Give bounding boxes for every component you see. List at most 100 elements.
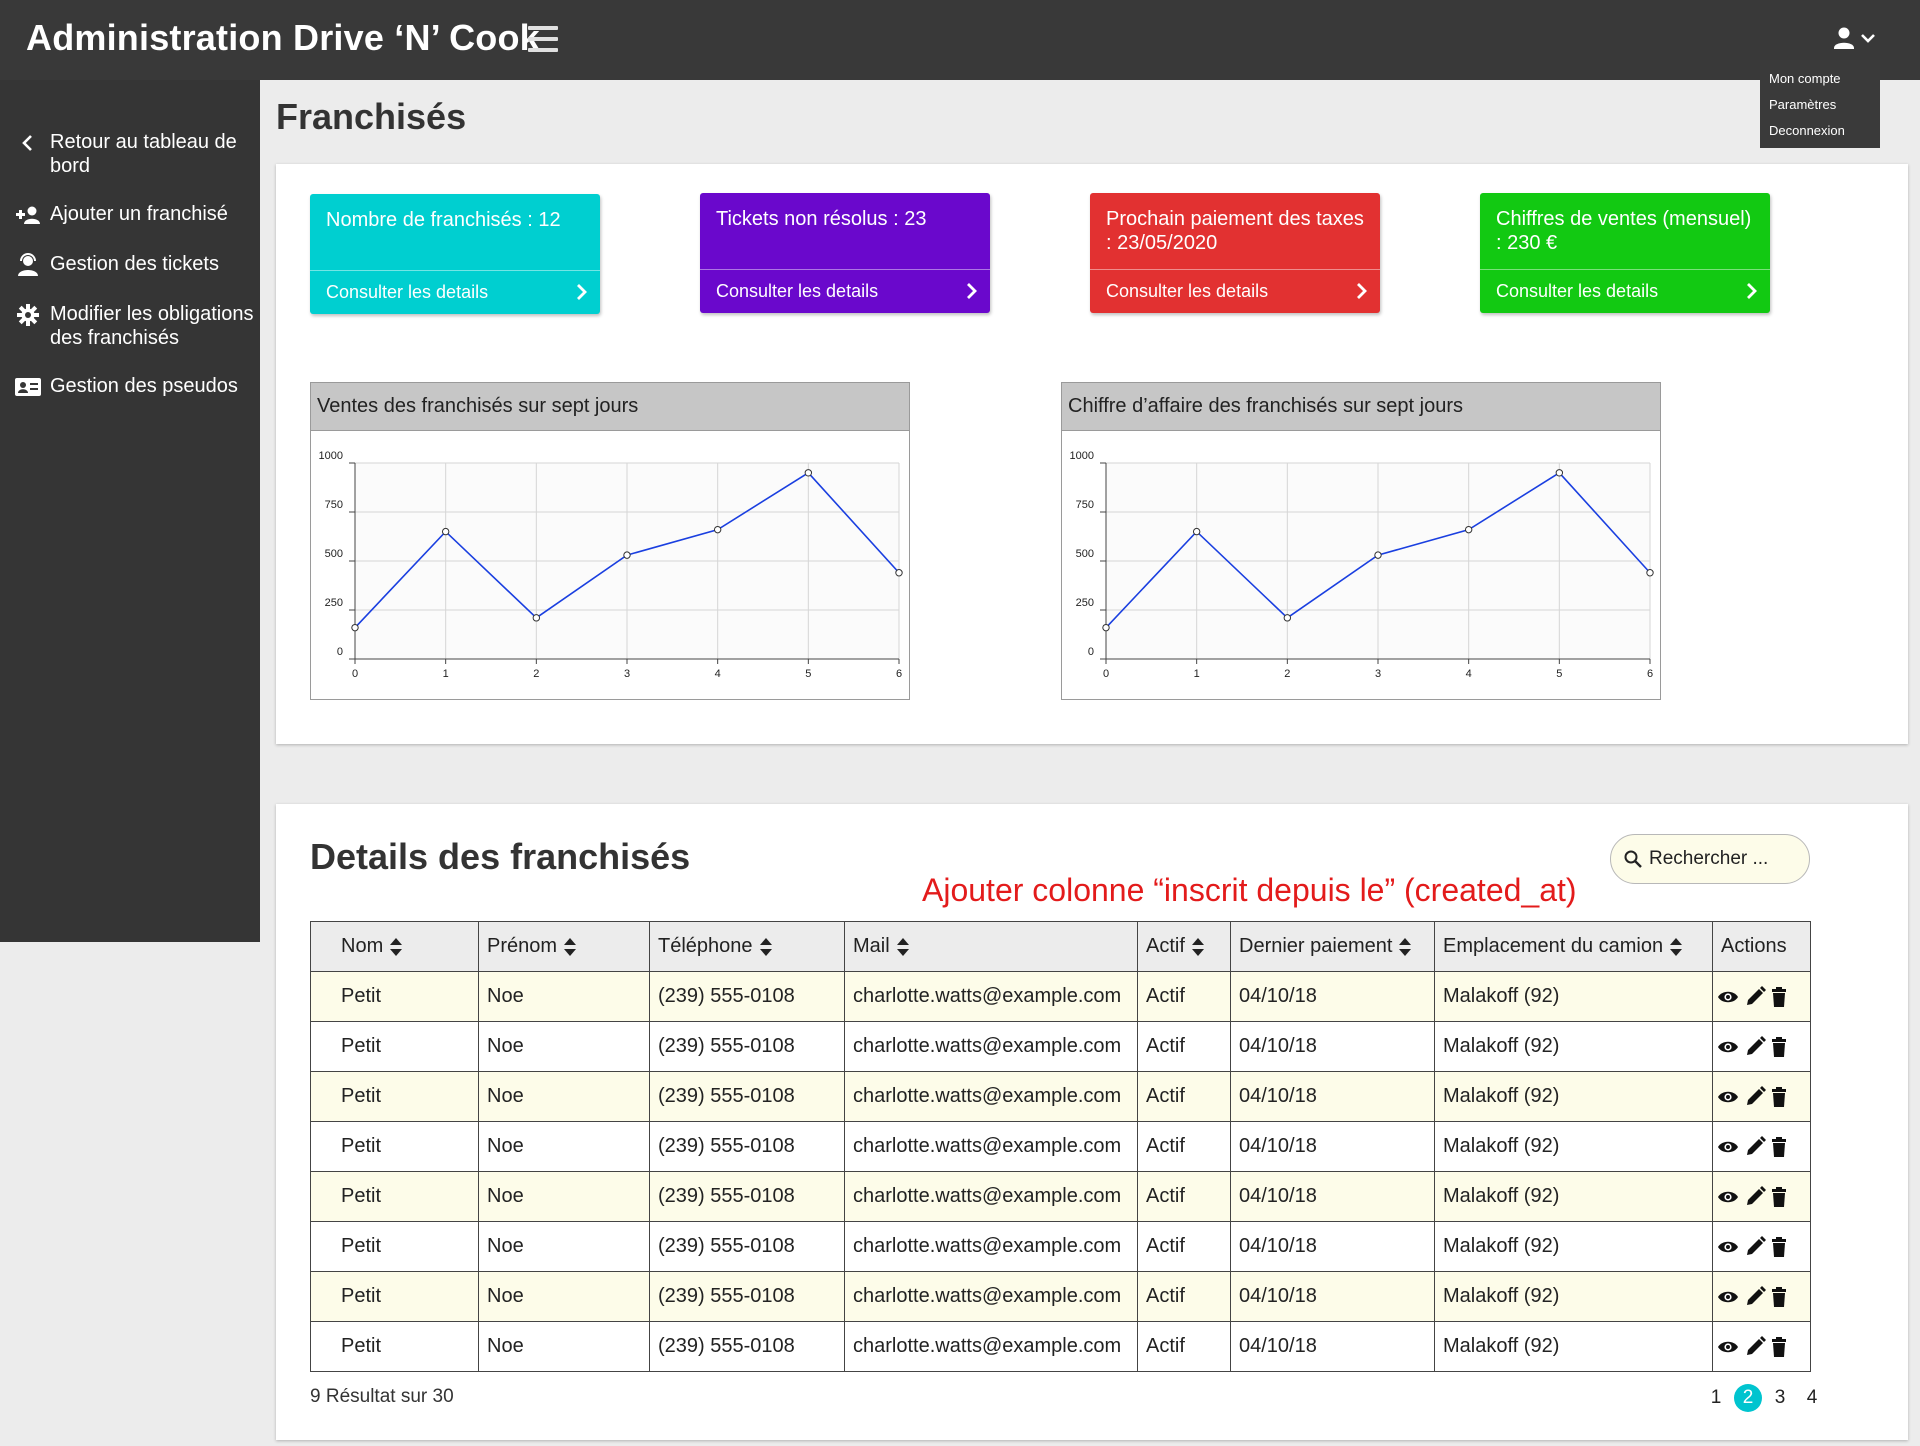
search-input[interactable]: Rechercher ... — [1610, 834, 1810, 884]
cell-actions — [1712, 1121, 1811, 1172]
cell-prenom: Noe — [478, 1021, 650, 1072]
cell-dernier-paiement: 04/10/18 — [1230, 971, 1435, 1022]
edit-pencil-icon[interactable] — [1744, 1185, 1766, 1208]
delete-trash-icon[interactable] — [1771, 1136, 1787, 1157]
menu-item-mon-compte[interactable]: Mon compte — [1769, 66, 1880, 92]
view-eye-icon[interactable] — [1717, 989, 1739, 1005]
delete-trash-icon[interactable] — [1771, 1286, 1787, 1307]
sort-icon[interactable] — [563, 937, 577, 957]
card-details-link[interactable]: Consulter les details — [716, 281, 878, 302]
edit-pencil-icon[interactable] — [1744, 1335, 1766, 1358]
edit-pencil-icon[interactable] — [1744, 985, 1766, 1008]
top-bar: Administration Drive ‘N’ Cook — [0, 0, 1920, 80]
menu-item-deconnexion[interactable]: Deconnexion — [1769, 118, 1880, 144]
cell-actif: Actif — [1137, 1321, 1231, 1372]
cell-actions — [1712, 971, 1811, 1022]
chevron-down-icon — [1861, 34, 1875, 43]
page-4[interactable]: 4 — [1796, 1387, 1828, 1409]
view-eye-icon[interactable] — [1717, 1239, 1739, 1255]
sidebar-item-ajouter[interactable]: Ajouter un franchisé — [14, 202, 228, 227]
card-details-link[interactable]: Consulter les details — [326, 282, 488, 303]
y-tick-label: 1000 — [319, 450, 343, 462]
cell-mail: charlotte.watts@example.com — [844, 1121, 1138, 1172]
delete-trash-icon[interactable] — [1771, 1086, 1787, 1107]
data-point — [532, 614, 541, 622]
cell-prenom: Noe — [478, 1221, 650, 1272]
menu-item-parametres[interactable]: Paramètres — [1769, 92, 1880, 118]
table-row: Petit Noe (239) 555-0108 charlotte.watts@ex… — [310, 1171, 1811, 1222]
chevron-right-icon[interactable] — [574, 282, 590, 302]
card-title: Tickets non résolus : 23 — [716, 208, 927, 230]
table-row: Petit Noe (239) 555-0108 charlotte.watts@ex… — [310, 1271, 1811, 1322]
x-tick-label: 0 — [1103, 668, 1109, 680]
chevron-right-icon[interactable] — [1354, 281, 1370, 301]
cell-nom: Petit — [310, 1021, 479, 1072]
table-row: Petit Noe (239) 555-0108 charlotte.watts@ex… — [310, 971, 1811, 1022]
column-header-emplacement[interactable]: Emplacement du camion — [1434, 921, 1713, 972]
sort-icon[interactable] — [896, 937, 910, 957]
sidebar-item-obligations[interactable]: Modifier les obligations des franchisés — [14, 302, 262, 350]
column-header-nom[interactable]: Nom — [310, 921, 479, 972]
delete-trash-icon[interactable] — [1771, 986, 1787, 1007]
view-eye-icon[interactable] — [1717, 1139, 1739, 1155]
x-tick-label: 2 — [1284, 668, 1290, 680]
cell-actions — [1712, 1071, 1811, 1122]
cell-nom: Petit — [310, 1221, 479, 1272]
column-header-actif[interactable]: Actif — [1137, 921, 1231, 972]
sort-icon[interactable] — [1669, 937, 1683, 957]
y-tick-label: 250 — [1076, 597, 1094, 609]
sidebar-item-pseudos[interactable]: Gestion des pseudos — [14, 374, 238, 399]
edit-pencil-icon[interactable] — [1744, 1135, 1766, 1158]
cell-emplacement: Malakoff (92) — [1434, 1321, 1713, 1372]
column-label: Nom — [341, 935, 384, 957]
page-3[interactable]: 3 — [1764, 1387, 1796, 1409]
delete-trash-icon[interactable] — [1771, 1336, 1787, 1357]
sort-icon[interactable] — [759, 937, 773, 957]
cell-emplacement: Malakoff (92) — [1434, 1021, 1713, 1072]
view-eye-icon[interactable] — [1717, 1039, 1739, 1055]
column-header-prenom[interactable]: Prénom — [478, 921, 650, 972]
cell-actif: Actif — [1137, 1071, 1231, 1122]
view-eye-icon[interactable] — [1717, 1189, 1739, 1205]
view-eye-icon[interactable] — [1717, 1289, 1739, 1305]
edit-pencil-icon[interactable] — [1744, 1285, 1766, 1308]
delete-trash-icon[interactable] — [1771, 1236, 1787, 1257]
delete-trash-icon[interactable] — [1771, 1036, 1787, 1057]
edit-pencil-icon[interactable] — [1744, 1085, 1766, 1108]
user-menu-button[interactable] — [1832, 24, 1880, 54]
cell-mail: charlotte.watts@example.com — [844, 1221, 1138, 1272]
x-tick-label: 6 — [896, 668, 902, 680]
cell-actions — [1712, 1271, 1811, 1322]
sidebar-item-tickets[interactable]: Gestion des tickets — [14, 252, 219, 277]
chevron-right-icon[interactable] — [964, 281, 980, 301]
cell-mail: charlotte.watts@example.com — [844, 1071, 1138, 1122]
edit-pencil-icon[interactable] — [1744, 1035, 1766, 1058]
sort-icon[interactable] — [1191, 937, 1205, 957]
x-tick-label: 2 — [533, 668, 539, 680]
hamburger-menu-icon[interactable] — [528, 26, 558, 52]
chevron-right-icon[interactable] — [1744, 281, 1760, 301]
card-details-link[interactable]: Consulter les details — [1496, 281, 1658, 302]
page-title: Franchisés — [276, 96, 467, 137]
page-2[interactable]: 2 — [1734, 1384, 1762, 1412]
page-1[interactable]: 1 — [1700, 1387, 1732, 1409]
x-tick-label: 4 — [715, 668, 721, 680]
chevron-left-icon — [14, 131, 42, 155]
delete-trash-icon[interactable] — [1771, 1186, 1787, 1207]
sort-icon[interactable] — [389, 937, 403, 957]
column-header-telephone[interactable]: Téléphone — [649, 921, 845, 972]
column-label: Emplacement du camion — [1443, 935, 1664, 957]
sort-icon[interactable] — [1398, 937, 1412, 957]
app-title: Administration Drive ‘N’ Cook — [26, 17, 540, 58]
edit-pencil-icon[interactable] — [1744, 1235, 1766, 1258]
view-eye-icon[interactable] — [1717, 1339, 1739, 1355]
column-header-dernier-paiement[interactable]: Dernier paiement — [1230, 921, 1435, 972]
cell-actif: Actif — [1137, 1121, 1231, 1172]
cell-mail: charlotte.watts@example.com — [844, 1321, 1138, 1372]
sidebar-item-retour[interactable]: Retour au tableau de bord — [14, 130, 246, 178]
column-header-mail[interactable]: Mail — [844, 921, 1138, 972]
card-details-link[interactable]: Consulter les details — [1106, 281, 1268, 302]
sidebar-item-label: Ajouter un franchisé — [50, 203, 228, 225]
cell-actions — [1712, 1321, 1811, 1372]
view-eye-icon[interactable] — [1717, 1089, 1739, 1105]
